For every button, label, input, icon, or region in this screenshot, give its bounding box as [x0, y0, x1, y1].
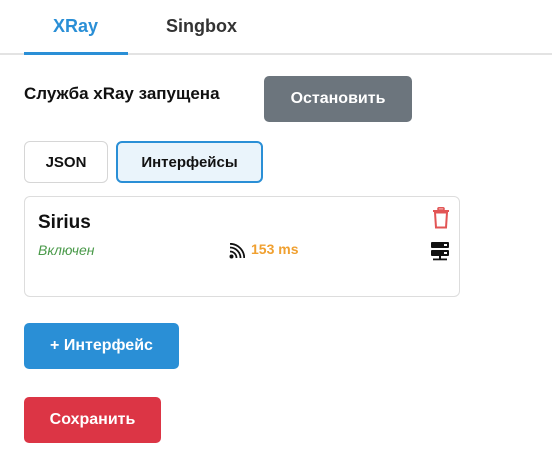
active-tab-indicator	[24, 52, 128, 55]
json-view-button[interactable]: JSON	[24, 141, 108, 183]
signal-icon	[229, 243, 245, 259]
app-root: XRay Singbox Служба xRay запущена Остано…	[0, 0, 552, 458]
tab-xray[interactable]: XRay	[53, 16, 98, 37]
add-interface-button[interactable]: + Интерфейс	[24, 323, 179, 369]
latency-value: 153 ms	[251, 241, 299, 257]
interfaces-view-button[interactable]: Интерфейсы	[116, 141, 263, 183]
tab-bar: XRay Singbox	[0, 0, 552, 55]
server-icon[interactable]	[430, 241, 450, 261]
save-button[interactable]: Сохранить	[24, 397, 161, 443]
trash-icon[interactable]	[432, 207, 450, 229]
interface-name: Sirius	[38, 212, 91, 233]
stop-button[interactable]: Остановить	[264, 76, 412, 122]
interface-card: Sirius Включен 153 ms	[24, 196, 460, 297]
tab-singbox[interactable]: Singbox	[166, 16, 237, 37]
interface-status: Включен	[38, 242, 95, 258]
service-status-text: Служба xRay запущена	[24, 84, 220, 103]
